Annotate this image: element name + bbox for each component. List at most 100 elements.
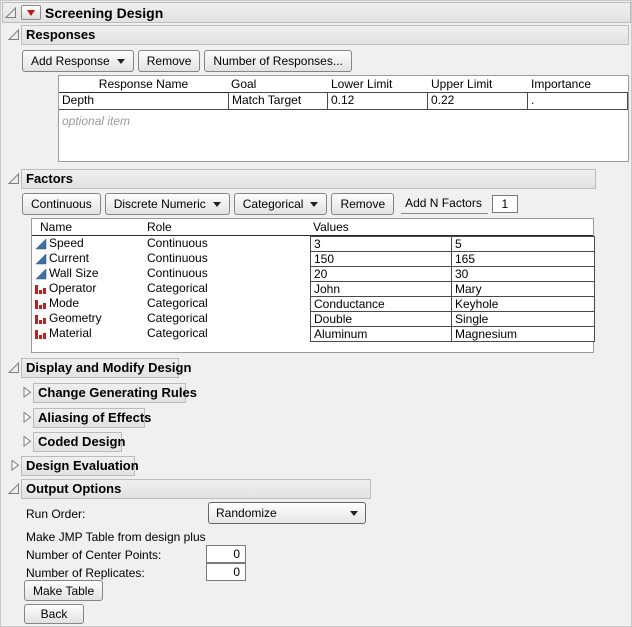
disclosure-open-icon[interactable] bbox=[8, 362, 20, 374]
factor-value-cell[interactable]: Single bbox=[451, 311, 595, 327]
goal-cell[interactable]: Match Target bbox=[228, 92, 328, 110]
upper-limit-cell[interactable]: 0.22 bbox=[427, 92, 528, 110]
table-row: Material Categorical Aluminum Magnesium bbox=[32, 326, 593, 341]
chevron-down-icon bbox=[350, 511, 358, 516]
col-header-role: Role bbox=[147, 220, 172, 235]
page-title: Screening Design bbox=[45, 4, 163, 22]
outline-aliasing-of-effects[interactable]: Aliasing of Effects bbox=[33, 408, 145, 428]
col-header-importance: Importance bbox=[531, 77, 591, 92]
disclosure-open-icon[interactable] bbox=[8, 173, 20, 185]
categorical-label: Categorical bbox=[243, 197, 304, 211]
categorical-icon bbox=[35, 328, 47, 340]
outline-design-evaluation[interactable]: Design Evaluation bbox=[21, 456, 135, 476]
outline-change-generating-rules[interactable]: Change Generating Rules bbox=[33, 383, 186, 403]
chevron-down-icon bbox=[117, 59, 125, 64]
col-header-upper-limit: Upper Limit bbox=[431, 77, 492, 92]
disclosure-open-icon[interactable] bbox=[5, 7, 17, 19]
categorical-button[interactable]: Categorical bbox=[234, 193, 328, 215]
factor-value-cell[interactable]: Conductance bbox=[310, 296, 452, 312]
table-row: Mode Categorical Conductance Keyhole bbox=[32, 296, 593, 311]
factor-role-cell[interactable]: Categorical bbox=[147, 281, 208, 296]
factor-value-cell[interactable]: 20 bbox=[310, 266, 452, 282]
red-triangle-menu-button[interactable] bbox=[21, 5, 41, 20]
factor-role-cell[interactable]: Continuous bbox=[147, 266, 208, 281]
col-header-goal: Goal bbox=[231, 77, 256, 92]
center-points-field[interactable]: 0 bbox=[206, 545, 246, 563]
make-jmp-table-label: Make JMP Table from design plus bbox=[26, 530, 206, 545]
factor-name-cell[interactable]: Material bbox=[49, 326, 92, 341]
continuous-icon bbox=[35, 268, 47, 280]
factors-table: Name Role Values Speed Continuous 3 5 Cu… bbox=[31, 218, 594, 353]
number-of-responses-button[interactable]: Number of Responses... bbox=[204, 50, 351, 72]
factor-name-cell[interactable]: Wall Size bbox=[49, 266, 99, 281]
outline-screening-design[interactable]: Screening Design bbox=[2, 2, 631, 23]
factor-value-cell[interactable]: Double bbox=[310, 311, 452, 327]
run-order-value: Randomize bbox=[216, 506, 277, 520]
outline-responses[interactable]: Responses bbox=[21, 25, 629, 45]
factor-value-cell[interactable]: John bbox=[310, 281, 452, 297]
factor-role-cell[interactable]: Continuous bbox=[147, 251, 208, 266]
table-row: Operator Categorical John Mary bbox=[32, 281, 593, 296]
screening-design-window: Screening Design Responses Add Response … bbox=[0, 0, 632, 627]
factor-value-cell[interactable]: 5 bbox=[451, 236, 595, 252]
factor-value-cell[interactable]: Magnesium bbox=[451, 326, 595, 342]
add-response-button[interactable]: Add Response bbox=[22, 50, 134, 72]
back-button[interactable]: Back bbox=[24, 604, 84, 624]
table-row: Speed Continuous 3 5 bbox=[32, 236, 593, 251]
factor-role-cell[interactable]: Categorical bbox=[147, 326, 208, 341]
table-row: Wall Size Continuous 20 30 bbox=[32, 266, 593, 281]
factor-value-cell[interactable]: 150 bbox=[310, 251, 452, 267]
red-triangle-icon bbox=[27, 10, 35, 16]
lower-limit-cell[interactable]: 0.12 bbox=[327, 92, 428, 110]
response-name-cell[interactable]: Depth bbox=[62, 93, 94, 108]
replicates-field[interactable]: 0 bbox=[206, 563, 246, 581]
center-points-label: Number of Center Points: bbox=[26, 548, 161, 563]
row-divider bbox=[59, 109, 228, 110]
factor-value-cell[interactable]: Mary bbox=[451, 281, 595, 297]
outline-display-modify-design[interactable]: Display and Modify Design bbox=[21, 358, 179, 378]
factor-value-cell[interactable]: 30 bbox=[451, 266, 595, 282]
chevron-down-icon bbox=[213, 202, 221, 207]
outline-coded-design[interactable]: Coded Design bbox=[33, 432, 122, 452]
continuous-icon bbox=[35, 253, 47, 265]
outline-factors[interactable]: Factors bbox=[21, 169, 596, 189]
factor-role-cell[interactable]: Continuous bbox=[147, 236, 208, 251]
factor-name-cell[interactable]: Geometry bbox=[49, 311, 102, 326]
add-n-factors-field[interactable]: 1 bbox=[492, 195, 518, 213]
col-header-values: Values bbox=[313, 220, 349, 235]
run-order-dropdown[interactable]: Randomize bbox=[208, 502, 366, 524]
factor-value-cell[interactable]: Keyhole bbox=[451, 296, 595, 312]
continuous-button[interactable]: Continuous bbox=[22, 193, 101, 215]
factor-value-cell[interactable]: Aluminum bbox=[310, 326, 452, 342]
add-response-label: Add Response bbox=[31, 54, 110, 68]
table-row: Geometry Categorical Double Single bbox=[32, 311, 593, 326]
run-order-label: Run Order: bbox=[26, 507, 85, 522]
continuous-icon bbox=[35, 238, 47, 250]
disclosure-open-icon[interactable] bbox=[8, 483, 20, 495]
remove-factor-button[interactable]: Remove bbox=[331, 193, 394, 215]
remove-response-button[interactable]: Remove bbox=[138, 50, 201, 72]
col-header-name: Name bbox=[40, 220, 72, 235]
factor-name-cell[interactable]: Mode bbox=[49, 296, 79, 311]
col-header-lower-limit: Lower Limit bbox=[331, 77, 392, 92]
factor-name-cell[interactable]: Speed bbox=[49, 236, 84, 251]
disclosure-open-icon[interactable] bbox=[8, 29, 20, 41]
discrete-numeric-button[interactable]: Discrete Numeric bbox=[105, 193, 230, 215]
categorical-icon bbox=[35, 298, 47, 310]
replicates-label: Number of Replicates: bbox=[26, 566, 145, 581]
factor-value-cell[interactable]: 165 bbox=[451, 251, 595, 267]
factor-role-cell[interactable]: Categorical bbox=[147, 296, 208, 311]
factor-value-cell[interactable]: 3 bbox=[310, 236, 452, 252]
make-table-button[interactable]: Make Table bbox=[24, 580, 103, 601]
discrete-numeric-label: Discrete Numeric bbox=[114, 197, 206, 211]
chevron-down-icon bbox=[310, 202, 318, 207]
factor-name-cell[interactable]: Current bbox=[49, 251, 89, 266]
importance-cell[interactable]: . bbox=[527, 92, 628, 110]
add-n-factors-label: Add N Factors bbox=[401, 194, 488, 214]
optional-item-placeholder[interactable]: optional item bbox=[62, 114, 130, 128]
factor-name-cell[interactable]: Operator bbox=[49, 281, 96, 296]
categorical-icon bbox=[35, 283, 47, 295]
outline-output-options[interactable]: Output Options bbox=[21, 479, 371, 499]
factor-role-cell[interactable]: Categorical bbox=[147, 311, 208, 326]
table-row: Current Continuous 150 165 bbox=[32, 251, 593, 266]
